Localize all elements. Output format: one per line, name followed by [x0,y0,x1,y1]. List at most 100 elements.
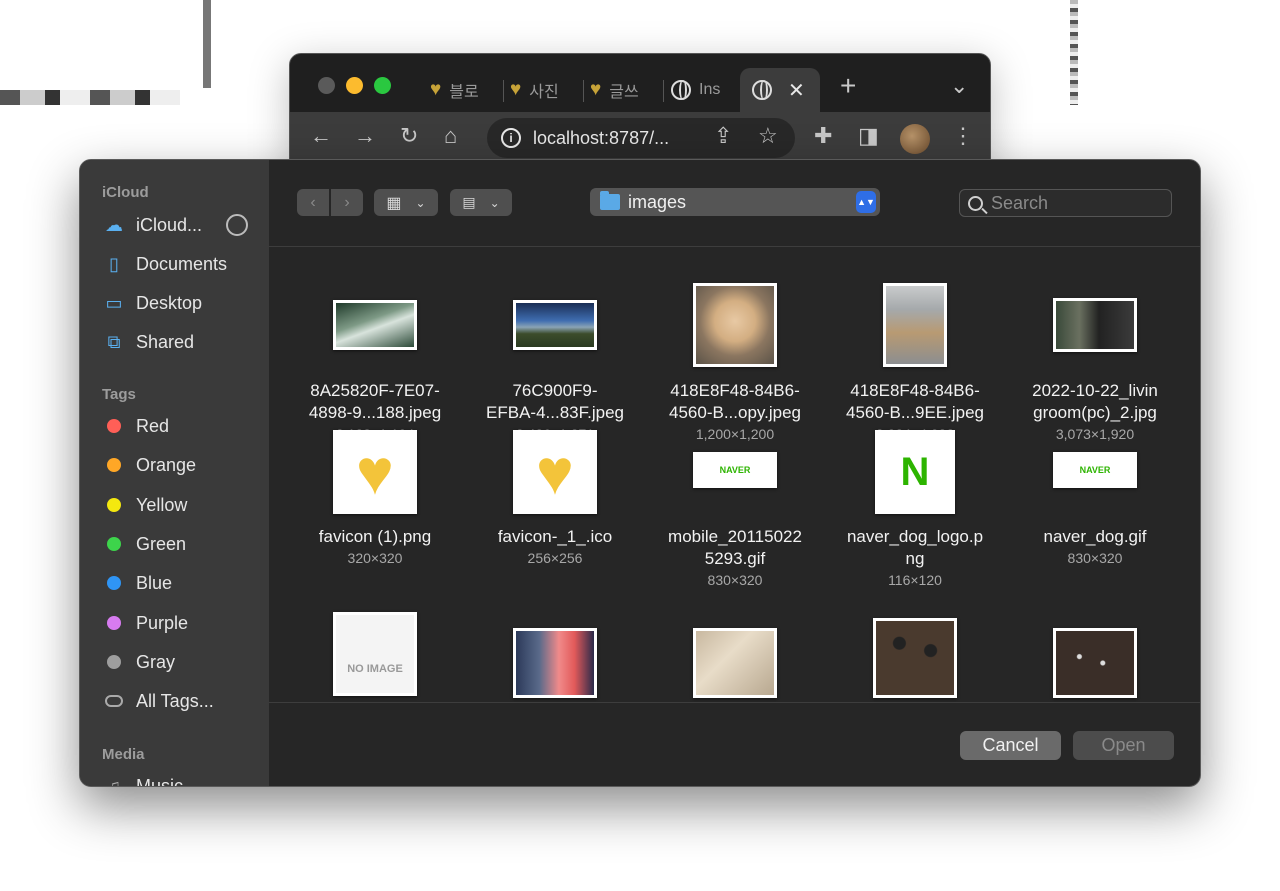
folder-selector[interactable]: images ▲▼ [590,188,880,216]
back-button[interactable]: ‹ [297,189,329,216]
file-item[interactable] [1005,612,1185,702]
file-browser: ‹ › ▦ ⌄ ▤ ⌄ images ▲▼ Search 8A25820F-7E… [269,160,1200,786]
sidebar-item-desktop[interactable]: ▭ Desktop [102,288,267,318]
sidebar-item-documents[interactable]: ▯ Documents [102,249,267,279]
file-name: 8A25820F-7E07- [310,381,440,400]
file-thumbnail [883,283,947,367]
forward-button[interactable]: › [331,189,363,216]
file-dimensions: 830×320 [707,572,763,588]
globe-icon [752,80,772,100]
file-item[interactable]: 418E8F48-84B6- 4560-B...opy.jpeg 1,200×1… [645,248,825,442]
progress-circle-icon [226,214,249,236]
group-by-button[interactable]: ▤ ⌄ [450,189,512,216]
file-name: naver_dog_logo.p [846,527,984,546]
file-item[interactable]: 76C900F9- EFBA-4...83F.jpeg 2,436×1,371 [465,248,645,442]
file-item[interactable] [465,612,645,702]
heart-icon: ♥ [510,79,522,100]
yellow-heart-icon: ♥ [336,433,414,511]
zoom-window-button[interactable] [374,77,391,94]
sidebar: iCloud ☁ iCloud... ▯ Documents ▭ Desktop… [80,160,269,787]
view-mode-button[interactable]: ▦ ⌄ [374,189,438,216]
home-icon[interactable]: ⌂ [444,124,457,148]
sidebar-tag-blue[interactable]: Blue [102,568,267,598]
more-menu-icon[interactable]: ⋮ [952,124,974,148]
forward-arrow-icon[interactable]: → [354,124,376,148]
tab-close-icon[interactable]: ✕ [788,78,805,103]
search-input[interactable]: Search [959,189,1172,217]
site-info-icon[interactable]: i [501,128,521,148]
cancel-button[interactable]: Cancel [960,731,1061,760]
sidebar-item-label: Orange [136,454,197,475]
browser-tab[interactable]: ♥ 사진 [510,68,584,112]
file-item[interactable]: ♥ favicon-_1_.ico 256×256 [465,430,645,600]
side-panel-icon[interactable]: ◨ [858,124,879,148]
sidebar-item-label: Music [136,775,184,787]
bookmark-star-icon[interactable]: ☆ [758,124,778,148]
url-text: localhost:8787/... [533,127,670,148]
browser-tab[interactable]: ♥ 글쓰 [590,68,664,112]
new-tab-button[interactable]: + [840,72,856,100]
back-arrow-icon[interactable]: ← [310,124,332,148]
file-name: favicon (1).png [318,527,432,546]
search-placeholder: Search [991,192,1049,213]
file-thumbnail: NAVER [1053,452,1137,488]
open-button[interactable]: Open [1073,731,1174,760]
sidebar-tag-gray[interactable]: Gray [102,647,267,677]
minimize-window-button[interactable] [346,77,363,94]
sidebar-tag-green[interactable]: Green [102,529,267,559]
file-thumbnail: N [875,430,955,514]
reload-icon[interactable]: ↻ [400,124,418,148]
file-item[interactable]: 418E8F48-84B6- 4560-B...9EE.jpeg 3,024×4… [825,248,1005,442]
dialog-toolbar: ‹ › ▦ ⌄ ▤ ⌄ images ▲▼ Search [269,160,1200,247]
file-name: naver_dog.gif [1043,527,1147,546]
tag-color-dot [107,616,121,630]
close-window-button[interactable] [318,77,335,94]
extensions-icon[interactable]: ✚ [814,124,832,148]
chevron-down-icon: ⌄ [415,195,426,210]
tab-search-button[interactable]: ⌄ [950,74,968,98]
sidebar-all-tags[interactable]: All Tags... [102,686,267,716]
file-name: 2022-10-22_livin [1032,381,1158,400]
file-name: mobile_20115022 [668,527,802,546]
address-bar[interactable]: i localhost:8787/... [487,118,795,158]
file-item[interactable]: 8A25820F-7E07- 4898-9...188.jpeg 2,122×1… [285,248,465,442]
file-thumbnail: ♥ [513,430,597,514]
file-thumbnail [513,300,597,350]
avatar[interactable] [900,124,930,154]
file-item[interactable] [825,612,1005,702]
browser-tab[interactable]: ♥ 블로 [430,68,504,112]
file-dimensions: 116×120 [888,572,942,588]
sidebar-item-label: Shared [136,331,195,352]
sidebar-item-icloud[interactable]: ☁ iCloud... [102,210,267,240]
file-name: 4560-B...opy.jpeg [669,403,801,422]
file-item[interactable]: N naver_dog_logo.p ng 116×120 [825,430,1005,600]
sidebar-section-tags: Tags [102,386,136,403]
browser-tab[interactable]: Ins [671,68,739,112]
file-name: 418E8F48-84B6- [850,381,980,400]
sidebar-tag-orange[interactable]: Orange [102,450,267,480]
file-thumbnail: ♥ [333,430,417,514]
sidebar-item-music[interactable]: ♫ Music [102,771,267,787]
file-item[interactable]: NO IMAGE [285,612,465,702]
document-icon: ▯ [109,253,119,274]
globe-icon [671,80,691,100]
browser-tab-active[interactable]: ✕ [740,68,820,112]
folder-icon [600,191,620,210]
tab-label: 사진 [529,84,559,101]
file-item[interactable]: ♥ favicon (1).png 320×320 [285,430,465,600]
sidebar-tag-yellow[interactable]: Yellow [102,490,267,520]
sidebar-tag-purple[interactable]: Purple [102,608,267,638]
sidebar-tag-red[interactable]: Red [102,411,267,441]
file-item[interactable]: NAVER naver_dog.gif 830×320 [1005,430,1185,600]
file-name: ng [905,549,925,568]
file-item[interactable] [645,612,825,702]
heart-icon: ♥ [590,79,602,100]
share-icon[interactable]: ⇪ [714,124,732,148]
file-item[interactable]: 2022-10-22_livin groom(pc)_2.jpg 3,073×1… [1005,248,1185,442]
sidebar-item-shared[interactable]: ⧉ Shared [102,327,267,357]
tag-color-dot [107,498,121,512]
file-name: favicon-_1_.ico [497,527,613,546]
cloud-icon: ☁ [105,214,123,235]
sidebar-item-label: Blue [136,572,173,593]
file-item[interactable]: NAVER mobile_20115022 5293.gif 830×320 [645,430,825,600]
